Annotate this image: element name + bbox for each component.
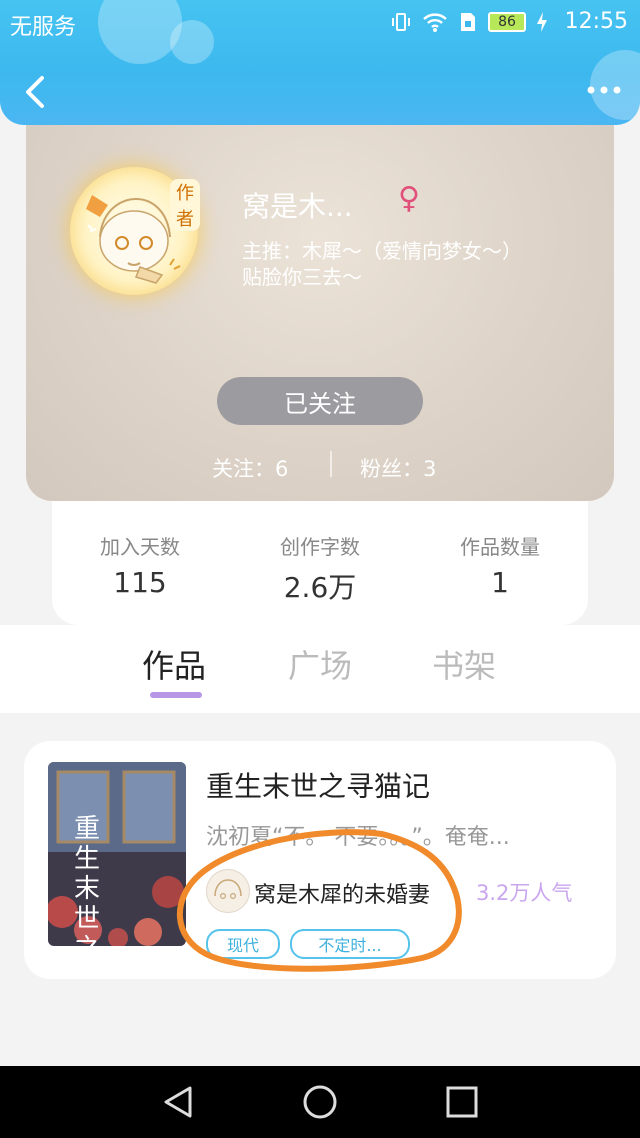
tab-bookshelf[interactable]: 书架	[432, 641, 496, 687]
book-cover-art	[48, 762, 186, 946]
popularity-count: 3.2万人气	[476, 881, 573, 905]
tab-works[interactable]: 作品	[142, 641, 206, 687]
stat-label: 作品数量	[460, 535, 540, 559]
cover-title: 重生末世之寻猫记	[74, 814, 104, 946]
stat-word-count: 创作字数 2.6万	[245, 531, 395, 606]
battery-level: 86	[498, 14, 516, 30]
author-stats: 加入天数 115 创作字数 2.6万 作品数量 1	[52, 501, 588, 625]
female-gender-icon: ♀	[398, 181, 420, 216]
book-title[interactable]: 重生末世之寻猫记	[206, 765, 430, 805]
nav-home-icon[interactable]	[302, 1084, 338, 1120]
tab-bar: 作品 广场 书架	[0, 625, 640, 713]
bio-line-2: 贴脸你三去～	[242, 265, 362, 289]
followed-button[interactable]: 已关注	[217, 377, 423, 425]
author-avatar[interactable]: 作者	[70, 167, 200, 295]
stat-value: 2.6万	[283, 571, 357, 604]
orange-circle-annotation	[176, 829, 462, 972]
wifi-icon	[423, 13, 447, 32]
clock: 12:55	[564, 9, 628, 34]
charging-icon	[537, 12, 547, 32]
sim-icon	[461, 13, 475, 31]
book-cover[interactable]: 重生末世之寻猫记	[48, 762, 186, 946]
status-bar: 无服务 86 12:55	[0, 0, 640, 46]
nav-recent-apps-icon[interactable]	[444, 1084, 480, 1120]
more-options-icon[interactable]	[586, 80, 622, 100]
carrier-label: 无服务	[10, 15, 77, 40]
bio-line-1: 主推：木犀～（爱情向梦女～）	[242, 239, 522, 263]
vibrate-icon	[392, 13, 410, 31]
stat-value: 115	[113, 566, 167, 599]
stat-value: 1	[491, 566, 509, 599]
stats-divider	[330, 451, 332, 477]
battery-icon: 86	[488, 12, 526, 32]
fans-count[interactable]: 粉丝：3	[360, 453, 436, 483]
author-badge: 作者	[170, 179, 200, 231]
stat-label: 创作字数	[280, 535, 360, 559]
following-count[interactable]: 关注：6	[212, 453, 288, 483]
back-arrow-icon[interactable]	[18, 72, 52, 112]
cover-title-text: 重生末世之寻猫记	[74, 814, 101, 946]
tab-square[interactable]: 广场	[288, 641, 352, 687]
username: 窝是木...	[242, 190, 353, 223]
stat-label: 加入天数	[100, 535, 180, 559]
stat-join-days: 加入天数 115	[65, 531, 215, 599]
status-icons: 86	[390, 10, 548, 34]
nav-back-icon[interactable]	[160, 1084, 196, 1120]
profile-card: 作者 窝是木... ♀ 主推：木犀～（爱情向梦女～） 贴脸你三去～ 已关注 关注…	[26, 125, 614, 501]
system-nav-bar	[0, 1066, 640, 1138]
stat-works-count: 作品数量 1	[425, 531, 575, 599]
followed-button-label: 已关注	[284, 389, 356, 418]
active-tab-indicator	[150, 692, 202, 698]
